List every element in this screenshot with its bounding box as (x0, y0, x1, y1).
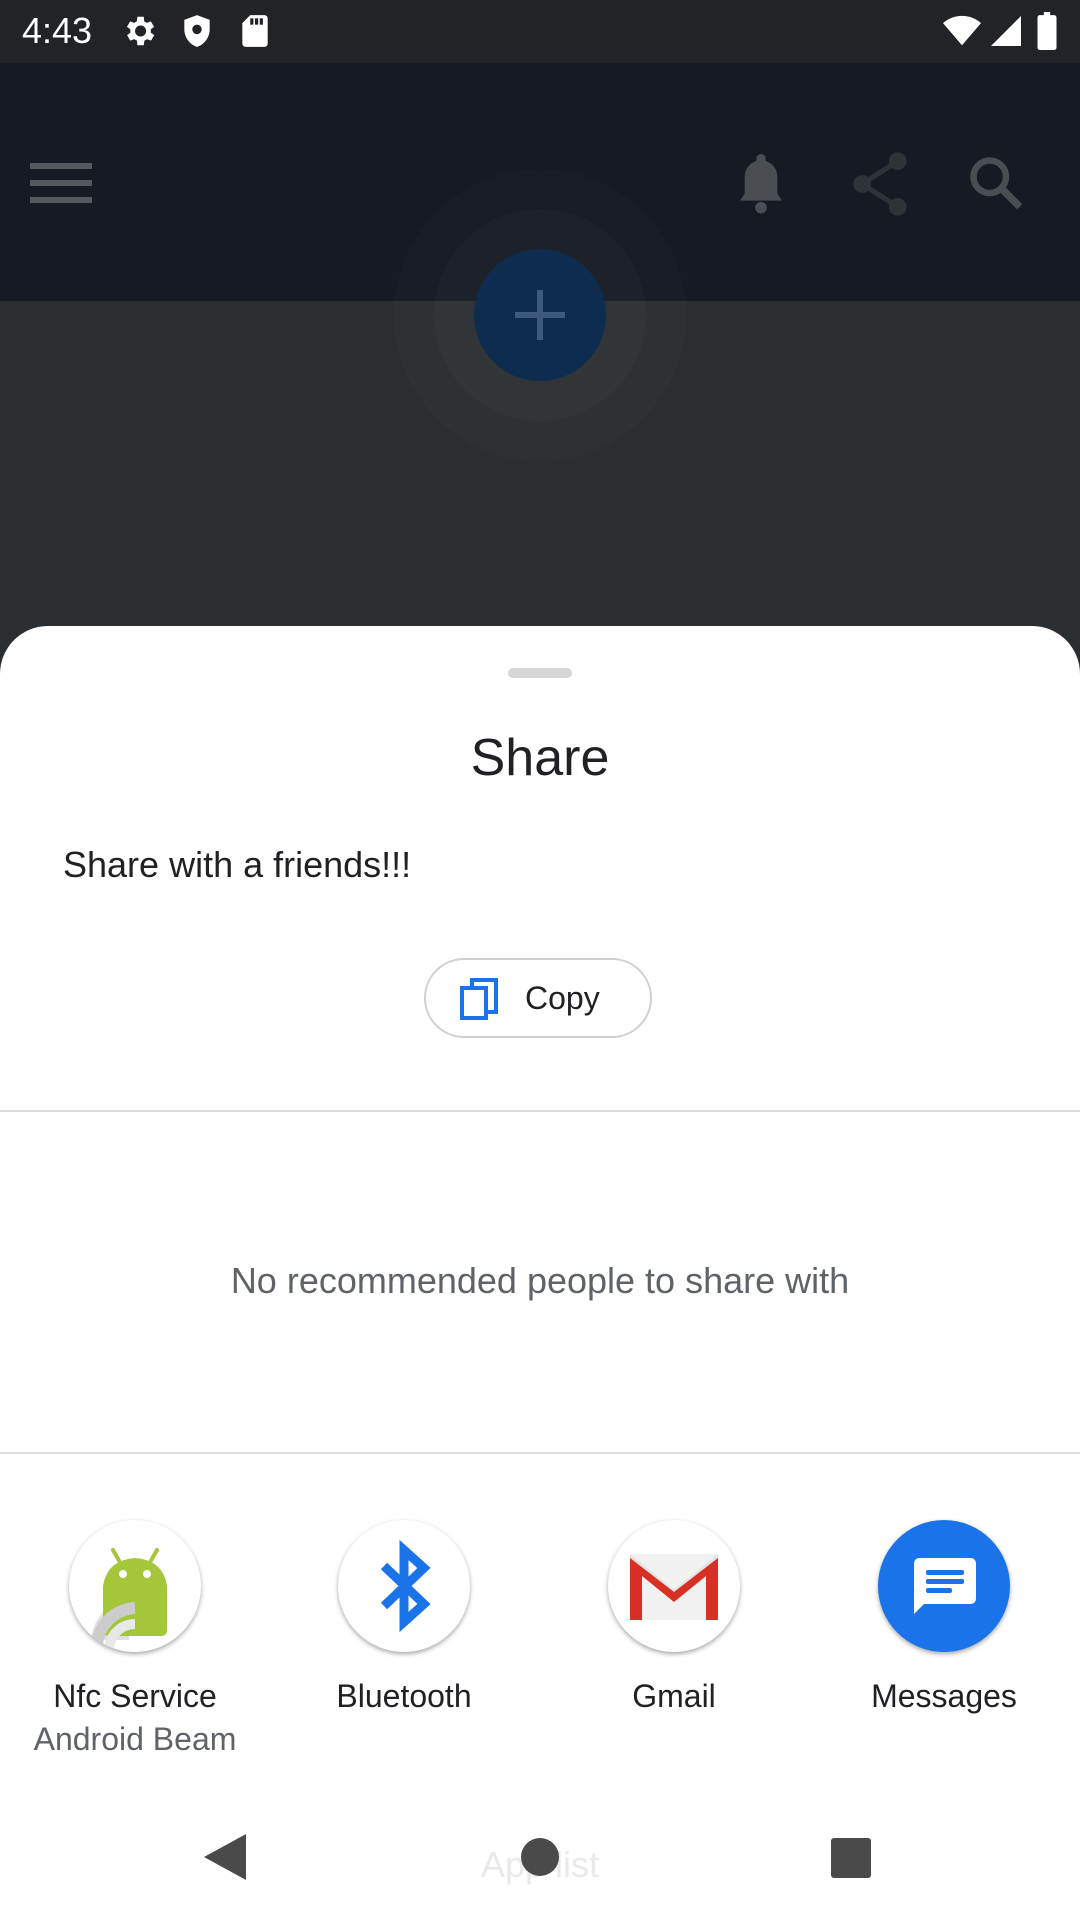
share-target-label: Messages (871, 1678, 1017, 1714)
home-icon (521, 1838, 559, 1876)
status-bar: 4:43 (0, 0, 1080, 63)
add-button[interactable] (474, 249, 606, 381)
recents-icon (831, 1838, 871, 1878)
plus-icon (515, 290, 565, 340)
no-recommendations-text: No recommended people to share with (230, 1260, 850, 1301)
share-target-label: Nfc Service (53, 1678, 217, 1714)
copy-icon (460, 978, 500, 1027)
messages-icon (878, 1520, 1010, 1652)
bluetooth-icon (338, 1520, 470, 1652)
share-target-label: Gmail (632, 1678, 716, 1714)
sd-card-icon (236, 12, 274, 50)
share-target-messages[interactable]: Messages (829, 1520, 1059, 1715)
recents-button[interactable] (831, 1838, 871, 1883)
share-target-gmail[interactable]: Gmail (559, 1520, 789, 1715)
bell-icon[interactable] (733, 149, 789, 220)
share-target-nfc-service[interactable]: Nfc Service Android Beam (20, 1520, 250, 1758)
menu-icon[interactable] (30, 161, 92, 210)
settings-icon (120, 12, 158, 50)
sheet-title: Share (470, 729, 610, 787)
battery-icon (1036, 12, 1074, 50)
share-target-sublabel: Android Beam (33, 1721, 237, 1757)
share-target-label: Bluetooth (336, 1678, 472, 1714)
back-button[interactable] (204, 1834, 246, 1885)
drag-handle[interactable] (508, 668, 572, 678)
divider (0, 1452, 1080, 1454)
share-text: Share with a friends!!! (63, 844, 412, 885)
android-icon (69, 1520, 201, 1652)
copy-label: Copy (525, 980, 600, 1016)
gmail-icon (608, 1520, 740, 1652)
shield-icon (178, 12, 216, 50)
copy-button[interactable]: Copy (424, 958, 652, 1038)
share-sheet: Share Share with a friends!!! Copy No re… (0, 626, 1080, 1920)
share-target-bluetooth[interactable]: Bluetooth (289, 1520, 519, 1715)
share-icon[interactable] (849, 151, 911, 222)
wifi-icon (942, 12, 981, 50)
home-button[interactable] (521, 1838, 559, 1881)
search-icon[interactable] (966, 153, 1026, 218)
divider (0, 1110, 1080, 1112)
status-time: 4:43 (22, 10, 93, 51)
cell-signal-icon (988, 12, 1026, 50)
back-icon (204, 1834, 246, 1880)
